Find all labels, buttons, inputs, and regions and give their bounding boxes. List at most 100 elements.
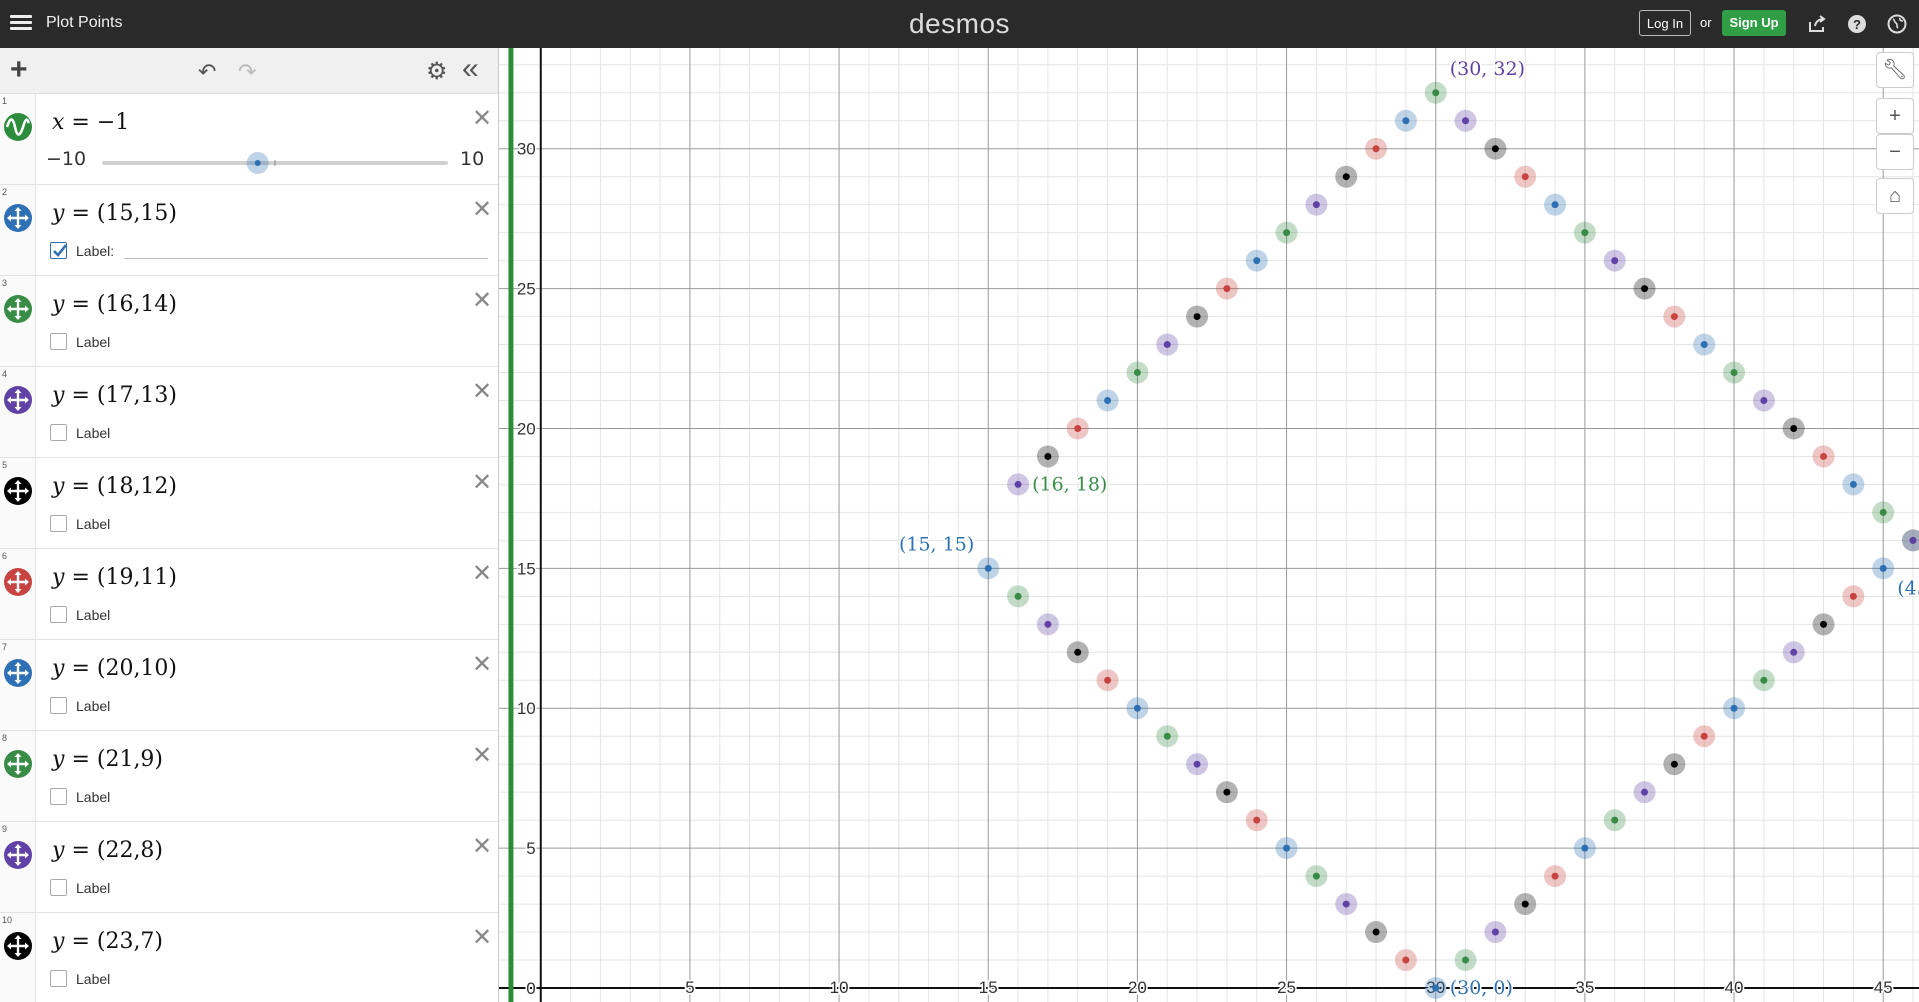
plot-point[interactable] xyxy=(1462,956,1470,964)
plot-point[interactable] xyxy=(1104,397,1112,405)
expression-row[interactable]: 4 y = (17,13) ✕ Label xyxy=(0,367,498,458)
move-point-icon[interactable] xyxy=(4,932,32,960)
plot-point[interactable] xyxy=(1641,788,1649,796)
plot-point[interactable] xyxy=(1491,928,1499,936)
plot-point[interactable] xyxy=(1641,285,1649,293)
plot-point[interactable] xyxy=(1044,452,1052,460)
login-button[interactable]: Log In xyxy=(1639,10,1691,36)
move-point-icon[interactable] xyxy=(4,841,32,869)
plot-point[interactable] xyxy=(1521,173,1529,181)
expression-math-input[interactable]: y = (19,11) xyxy=(52,565,177,590)
graph-settings-wrench-icon[interactable]: 🔧︎ xyxy=(1876,52,1914,88)
delete-expression-icon[interactable]: ✕ xyxy=(472,195,492,224)
expression-row[interactable]: 6 y = (19,11) ✕ Label xyxy=(0,549,498,640)
delete-expression-icon[interactable]: ✕ xyxy=(472,832,492,861)
plot-point[interactable] xyxy=(1849,592,1857,600)
plot-point[interactable] xyxy=(1849,480,1857,488)
point-label[interactable]: (16, 18) xyxy=(1031,472,1109,497)
plot-point[interactable] xyxy=(1491,145,1499,153)
plot-point[interactable] xyxy=(1611,257,1619,265)
show-label-checkbox[interactable] xyxy=(50,333,67,350)
move-point-icon[interactable] xyxy=(4,659,32,687)
plot-point[interactable] xyxy=(1402,956,1410,964)
plot-point[interactable] xyxy=(1342,173,1350,181)
plot-point[interactable] xyxy=(1879,564,1887,572)
plot-point[interactable] xyxy=(1790,648,1798,656)
plot-point[interactable] xyxy=(1014,480,1022,488)
plot-point[interactable] xyxy=(1909,536,1917,544)
slider-max[interactable]: 10 xyxy=(460,148,484,170)
plot-point[interactable] xyxy=(1432,89,1440,97)
sine-wave-icon[interactable] xyxy=(4,113,32,141)
expression-gutter[interactable]: 6 xyxy=(0,549,36,639)
expression-math-input[interactable]: y = (17,13) xyxy=(52,383,177,408)
signup-button[interactable]: Sign Up xyxy=(1722,10,1786,36)
plot-point[interactable] xyxy=(1462,117,1470,125)
show-label-checkbox[interactable] xyxy=(50,515,67,532)
expression-row[interactable]: 9 y = (22,8) ✕ Label xyxy=(0,822,498,913)
expression-row[interactable]: 10 y = (23,7) ✕ Label xyxy=(0,913,498,1002)
expression-gutter[interactable]: 2 xyxy=(0,185,36,275)
delete-expression-icon[interactable]: ✕ xyxy=(472,923,492,952)
plot-point[interactable] xyxy=(1521,900,1529,908)
show-label-checkbox[interactable] xyxy=(50,970,67,987)
plot-point[interactable] xyxy=(1730,704,1738,712)
show-label-checkbox[interactable] xyxy=(50,879,67,896)
plot-point[interactable] xyxy=(1133,704,1141,712)
delete-expression-icon[interactable]: ✕ xyxy=(472,104,492,133)
show-label-checkbox[interactable] xyxy=(50,788,67,805)
plot-point[interactable] xyxy=(1611,816,1619,824)
plot-point[interactable] xyxy=(1820,620,1828,628)
plot-point[interactable] xyxy=(1133,369,1141,377)
plot-point[interactable] xyxy=(1700,341,1708,349)
plot-point[interactable] xyxy=(1551,872,1559,880)
settings-gear-icon[interactable]: ⚙ xyxy=(426,57,448,86)
plot-point[interactable] xyxy=(1253,816,1261,824)
point-label[interactable]: (30, 32) xyxy=(1448,56,1526,81)
plot-point[interactable] xyxy=(1581,229,1589,237)
delete-expression-icon[interactable]: ✕ xyxy=(472,377,492,406)
plot-point[interactable] xyxy=(1014,592,1022,600)
move-point-icon[interactable] xyxy=(4,204,32,232)
plot-point[interactable] xyxy=(1760,397,1768,405)
expression-math-input[interactable]: y = (20,10) xyxy=(52,656,177,681)
move-point-icon[interactable] xyxy=(4,477,32,505)
move-point-icon[interactable] xyxy=(4,750,32,778)
move-point-icon[interactable] xyxy=(4,386,32,414)
plot-point[interactable] xyxy=(1879,508,1887,516)
plot-point[interactable] xyxy=(1253,257,1261,265)
globe-icon[interactable] xyxy=(1887,14,1907,34)
plot-point[interactable] xyxy=(1670,760,1678,768)
plot-point[interactable] xyxy=(1581,844,1589,852)
plot-point[interactable] xyxy=(1760,676,1768,684)
expression-gutter[interactable]: 8 xyxy=(0,731,36,821)
plot-point[interactable] xyxy=(1044,620,1052,628)
plot-point[interactable] xyxy=(1670,313,1678,321)
plot-point[interactable] xyxy=(1342,900,1350,908)
label-input[interactable] xyxy=(124,258,488,259)
plot-point[interactable] xyxy=(1700,732,1708,740)
graph-canvas[interactable]: 51015202530354045051015202530(15, 15)(16… xyxy=(499,48,1919,1002)
plot-point[interactable] xyxy=(1283,844,1291,852)
plot-point[interactable] xyxy=(1312,872,1320,880)
expression-row[interactable]: 2 y = (15,15) ✕ Label: xyxy=(0,185,498,276)
show-label-checkbox[interactable] xyxy=(50,697,67,714)
undo-icon[interactable]: ↶ xyxy=(198,59,216,85)
show-label-checkbox[interactable] xyxy=(50,424,67,441)
plot-point[interactable] xyxy=(1193,760,1201,768)
show-label-checkbox[interactable] xyxy=(50,606,67,623)
home-view-icon[interactable]: ⌂ xyxy=(1876,178,1914,214)
delete-expression-icon[interactable]: ✕ xyxy=(472,741,492,770)
plot-point[interactable] xyxy=(1372,145,1380,153)
expression-row[interactable]: 7 y = (20,10) ✕ Label xyxy=(0,640,498,731)
add-expression-icon[interactable]: + xyxy=(10,55,28,85)
plot-point[interactable] xyxy=(1730,369,1738,377)
plot-point[interactable] xyxy=(1312,201,1320,209)
help-icon[interactable]: ? xyxy=(1847,14,1867,34)
zoom-in-button[interactable]: + xyxy=(1876,98,1914,134)
expression-row[interactable]: 3 y = (16,14) ✕ Label xyxy=(0,276,498,367)
plot-point[interactable] xyxy=(1193,313,1201,321)
plot-point[interactable] xyxy=(984,564,992,572)
delete-expression-icon[interactable]: ✕ xyxy=(472,286,492,315)
plot-point[interactable] xyxy=(1551,201,1559,209)
